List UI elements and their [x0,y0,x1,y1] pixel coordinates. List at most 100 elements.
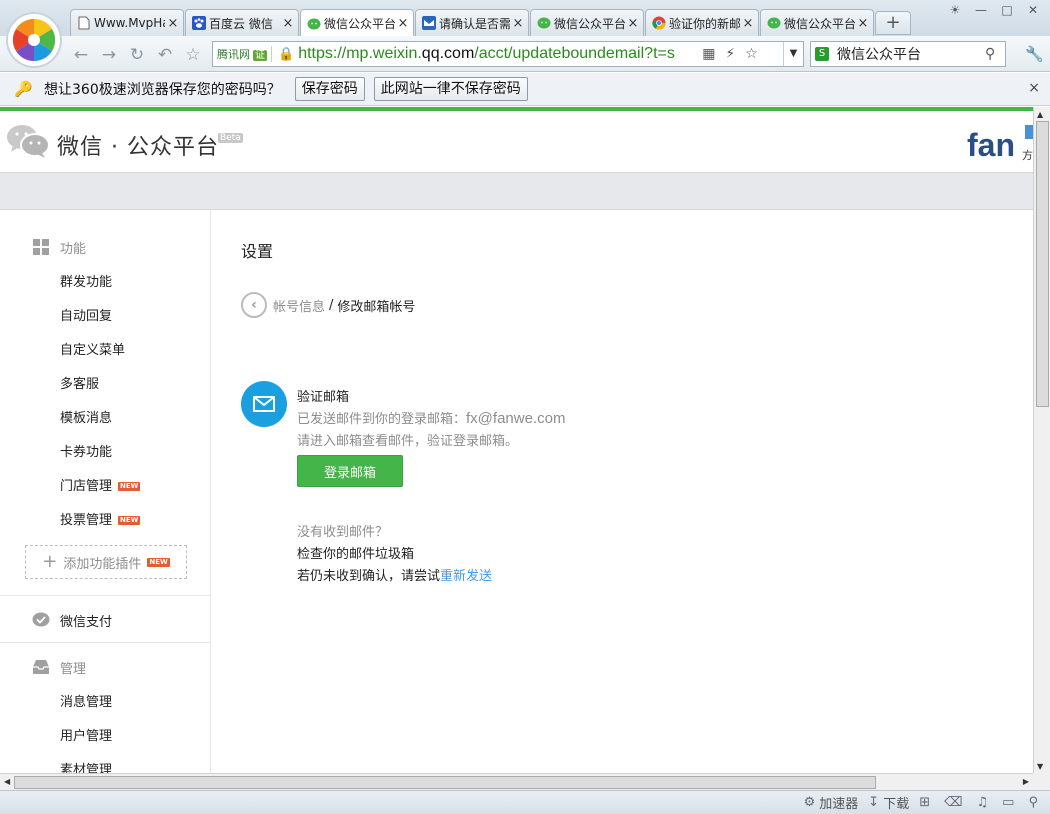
resend-link[interactable]: 重新发送 [440,569,492,584]
status-bar: ⚙ 加速器 ↧ 下载 ⊞ ⌫ ♫ ▭ ⚲ [0,790,1050,814]
sidebar-item-coupons[interactable]: 卡券功能 [60,441,112,460]
inbox-icon [32,658,50,676]
login-mailbox-button[interactable]: 登录邮箱 [297,455,403,487]
sidebar-item-template-messages[interactable]: 模板消息 [60,407,112,426]
trash-icon[interactable]: ⌫ [944,795,966,810]
close-icon[interactable]: × [742,16,754,31]
search-box[interactable]: S 微信公众平台 ⚲ [810,41,1006,67]
tab-wechat-3[interactable]: 微信公众平台 × [760,9,874,36]
wrench-icon[interactable]: 🔧 [1025,45,1044,63]
scrollbar-corner [1033,773,1050,790]
undo-icon[interactable]: ↶ [154,44,176,66]
sidebar-item-mass-send[interactable]: 群发功能 [60,271,112,290]
sidebar-item-auto-reply[interactable]: 自动回复 [60,305,112,324]
sidebar-item-messages[interactable]: 消息管理 [60,691,112,710]
close-icon[interactable]: × [1028,80,1040,96]
wechat-icon [537,16,551,30]
verify-email-title: 验证邮箱 [297,390,350,405]
sidebar-item-customer-service[interactable]: 多客服 [60,373,99,392]
refresh-icon[interactable]: ↻ [126,44,148,66]
qqmail-icon [422,16,436,30]
sidebar-item-materials[interactable]: 素材管理 [60,759,112,773]
search-icon[interactable]: ⚲ [985,46,1005,62]
bookmark-star-icon[interactable]: ☆ [745,46,758,62]
360-logo-icon [12,18,56,62]
tab-wechat-2[interactable]: 微信公众平台 × [530,9,644,36]
never-save-button[interactable]: 此网站一律不保存密码 [373,77,528,101]
scroll-right-icon[interactable]: ▶ [1023,777,1029,786]
new-badge: NEW [147,557,170,567]
tab-wechat-active[interactable]: 微信公众平台 × [300,9,414,37]
vertical-scroll-thumb[interactable] [1036,121,1049,407]
new-tab-button[interactable]: + [875,11,911,35]
skin-icon[interactable]: ☀ [944,2,966,18]
close-icon[interactable]: × [397,16,409,31]
scroll-up-icon[interactable]: ▲ [1037,110,1043,119]
forward-icon[interactable]: → [98,44,120,66]
chevron-down-icon[interactable]: ▼ [783,42,803,66]
tab-title: 请确认是否需 [439,16,510,31]
sidebar-item-users[interactable]: 用户管理 [60,725,112,744]
monitor-icon[interactable]: ▭ [1002,795,1018,810]
scroll-left-icon[interactable]: ◀ [4,777,10,786]
horizontal-scrollbar[interactable]: ◀ ▶ [0,773,1033,790]
qr-code-icon[interactable]: ▦ [702,46,715,62]
top-nav-bar [0,172,1033,210]
tab-title: 百度云 微信 [209,16,273,31]
sidebar-item-store-management[interactable]: 门店管理 NEW [60,475,141,494]
lightning-icon[interactable]: ⚡ [725,46,735,62]
wechat-icon [767,16,781,30]
horizontal-scroll-thumb[interactable] [14,776,876,789]
zoom-icon[interactable]: ⚲ [1028,795,1042,810]
breadcrumb-parent-link[interactable]: 帐号信息 [273,296,325,315]
tab-baidu[interactable]: 百度云 微信 × [185,9,299,36]
download-button[interactable]: ↧ 下载 [868,793,909,812]
account-logo[interactable]: fan [967,127,1015,164]
password-prompt: 想让360极速浏览器保存您的密码吗？ [44,82,281,98]
back-icon[interactable]: ← [70,44,92,66]
address-bar[interactable]: 腾讯网证 🔒 https://mp.weixin.qq.com/acct/upd… [212,41,804,67]
scroll-down-icon[interactable]: ▼ [1037,762,1043,771]
window-controls: ☀ — □ ✕ [944,2,1044,18]
wechat-pay-icon [32,611,50,629]
page-title: 设置 [241,242,274,261]
platform-title: 微信 · 公众平台 [57,135,219,160]
lock-icon: 🔒 [278,46,295,62]
tab-verify-email[interactable]: 验证你的新邮 × [645,9,759,36]
breadcrumb: ‹ 帐号信息 / 修改邮箱帐号 [241,292,415,318]
add-plugin-button[interactable]: + 添加功能插件 NEW [25,545,187,579]
vertical-scrollbar[interactable]: ▲ ▼ [1033,107,1050,773]
sidebar-section-features: 功能 [32,237,86,257]
save-password-button[interactable]: 保存密码 [294,77,365,101]
sidebar-item-custom-menu[interactable]: 自定义菜单 [60,339,125,358]
site-id: 腾讯网证 [217,46,272,62]
url-text[interactable]: https://mp.weixin.qq.com/acct/updateboun… [298,45,698,63]
close-icon[interactable]: × [512,16,524,31]
minimize-icon[interactable]: — [970,2,992,18]
maximize-icon[interactable]: □ [996,2,1018,18]
tab-mvphack[interactable]: Www.MvpHack × [70,9,184,36]
close-icon[interactable]: × [857,16,869,31]
close-icon[interactable]: × [282,16,294,31]
mail-icon [241,381,287,427]
tab-title: 微信公众平台 [324,17,395,31]
browser-logo[interactable] [6,12,62,68]
accelerator-button[interactable]: ⚙ 加速器 [804,793,859,812]
tab-title: 微信公众平台 [554,16,625,31]
speaker-icon[interactable]: ♫ [977,795,993,810]
close-icon[interactable]: × [167,16,179,31]
search-input[interactable]: 微信公众平台 [837,44,985,64]
home-icon[interactable]: ☆ [182,44,204,66]
not-received-text: 没有收到邮件？ [297,525,389,540]
wechat-logo-icon[interactable] [6,123,50,159]
sidebar-item-wechat-pay[interactable]: 微信支付 [32,610,112,630]
search-engine-icon[interactable]: S [815,47,829,61]
breadcrumb-separator: / [329,297,334,313]
extension-icon[interactable]: ⊞ [919,795,934,810]
sidebar-item-vote-management[interactable]: 投票管理 NEW [60,509,141,528]
tab-qqmail[interactable]: 请确认是否需 × [415,9,529,36]
close-icon[interactable]: × [627,16,639,31]
back-arrow-icon[interactable]: ‹ [241,292,267,318]
tab-title: Www.MvpHack [94,16,165,30]
close-window-icon[interactable]: ✕ [1022,2,1044,18]
